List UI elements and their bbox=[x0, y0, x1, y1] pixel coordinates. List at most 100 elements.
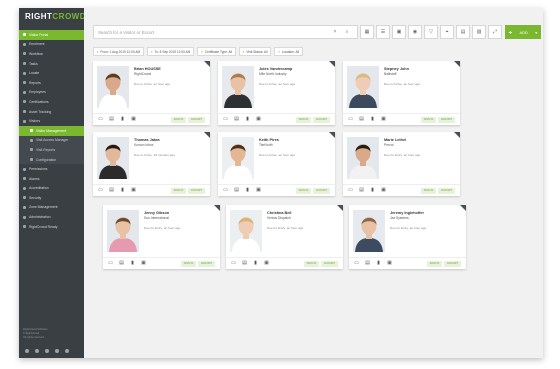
sign-in-button[interactable]: SIGN IN bbox=[420, 116, 437, 123]
logout-icon[interactable] bbox=[65, 349, 69, 353]
badge-icon[interactable]: ▣ bbox=[264, 261, 269, 266]
trash-icon[interactable]: ▮ bbox=[120, 117, 125, 122]
visitor-card[interactable]: Stepney John Ballistoff Due to Arrive, an … bbox=[343, 61, 460, 125]
print-icon[interactable]: ▤ bbox=[234, 117, 239, 122]
sign-in-button[interactable]: SIGN IN bbox=[180, 260, 197, 267]
escort-button[interactable]: ESCORT bbox=[313, 116, 330, 123]
escort-button[interactable]: ESCORT bbox=[188, 187, 205, 194]
sign-in-button[interactable]: SIGN IN bbox=[295, 116, 312, 123]
search-icon[interactable]: ⌕ bbox=[341, 29, 353, 35]
id-card-icon[interactable]: ▭ bbox=[98, 188, 103, 193]
user-button[interactable]: ◉ bbox=[408, 25, 422, 39]
sign-in-button[interactable]: SIGN IN bbox=[295, 187, 312, 194]
filter-button[interactable]: ▽ bbox=[424, 25, 438, 39]
search-box[interactable]: Search for a Visitor or Escort × ⌕ bbox=[93, 25, 358, 39]
print-icon[interactable]: ▤ bbox=[359, 188, 364, 193]
layout-button[interactable]: ▤ bbox=[456, 25, 470, 39]
user-icon[interactable] bbox=[45, 349, 49, 353]
sidebar-item-zone-management[interactable]: Zone Management bbox=[19, 203, 84, 213]
print-icon[interactable]: ▤ bbox=[365, 261, 370, 266]
expand-button[interactable]: ⤢ bbox=[488, 25, 502, 39]
print-icon[interactable]: ▤ bbox=[359, 117, 364, 122]
escort-button[interactable]: ESCORT bbox=[313, 187, 330, 194]
image-button[interactable]: ▨ bbox=[472, 25, 486, 39]
filter-chip[interactable]: ▪ To: 8 Sep 2019 12:00 AM bbox=[147, 47, 195, 56]
id-card-icon[interactable]: ▭ bbox=[348, 188, 353, 193]
sidebar-item-visitors[interactable]: Visitors bbox=[19, 116, 84, 126]
id-card-icon[interactable]: ▭ bbox=[348, 117, 353, 122]
sidebar-item-visit-access-manager[interactable]: Visit Access Manager bbox=[19, 135, 84, 146]
sidebar-item-reports[interactable]: Reports bbox=[19, 78, 84, 88]
print-icon[interactable]: ▤ bbox=[109, 188, 114, 193]
visitor-card[interactable]: Jenny Gibson Sun International Due for Ent… bbox=[103, 205, 220, 269]
badge-icon[interactable]: ▣ bbox=[141, 261, 146, 266]
id-card-icon[interactable]: ▭ bbox=[223, 117, 228, 122]
sidebar-item-visit-reports[interactable]: Visit Reports bbox=[19, 145, 84, 155]
id-card-icon[interactable]: ▭ bbox=[108, 261, 113, 266]
trash-icon[interactable]: ▮ bbox=[253, 261, 258, 266]
sidebar-item-employees[interactable]: Employees bbox=[19, 88, 84, 98]
escort-button[interactable]: ESCORT bbox=[438, 116, 455, 123]
sidebar-item-rightcrowd-ready[interactable]: RightCrowd Ready bbox=[19, 222, 84, 232]
visitor-card[interactable]: Christina Bell Ventos Dispatch Due for Ent… bbox=[226, 205, 343, 269]
sidebar-item-visitor-management[interactable]: Visitor Management bbox=[19, 125, 84, 136]
print-icon[interactable]: ▤ bbox=[234, 188, 239, 193]
settings-icon[interactable] bbox=[25, 349, 29, 353]
visitor-card[interactable]: Jeremy Inglehoffer Jax Systems Due for Ent… bbox=[349, 205, 466, 269]
bell-icon[interactable] bbox=[55, 349, 59, 353]
sign-in-button[interactable]: SIGN IN bbox=[303, 260, 320, 267]
id-card-icon[interactable]: ▭ bbox=[98, 117, 103, 122]
badge-icon[interactable]: ▣ bbox=[256, 188, 261, 193]
print-icon[interactable]: ▤ bbox=[119, 261, 124, 266]
trash-icon[interactable]: ▮ bbox=[245, 188, 250, 193]
id-card-icon[interactable]: ▭ bbox=[223, 188, 228, 193]
print-icon[interactable]: ▤ bbox=[109, 117, 114, 122]
trash-icon[interactable]: ▮ bbox=[376, 261, 381, 266]
clear-icon[interactable]: × bbox=[329, 29, 341, 35]
sidebar-item-tasks[interactable]: Tasks bbox=[19, 59, 84, 69]
filter-chip[interactable]: ▪ Location: All bbox=[274, 47, 304, 56]
visitor-card[interactable]: Marie Lethel Prevot Due for Entry, an hour… bbox=[343, 132, 460, 196]
sidebar-item-alarms[interactable]: Alarms bbox=[19, 174, 84, 184]
visitor-card[interactable]: Thomas Jakra Kumon Inbox Due to Arrive, 18… bbox=[93, 132, 210, 196]
badge-icon[interactable]: ▣ bbox=[381, 117, 386, 122]
escort-button[interactable]: ESCORT bbox=[188, 116, 205, 123]
sidebar-item-certifications[interactable]: Certifications bbox=[19, 97, 84, 107]
escort-button[interactable]: ESCORT bbox=[444, 260, 461, 267]
sign-in-button[interactable]: SIGN IN bbox=[170, 116, 187, 123]
badge-icon[interactable]: ▣ bbox=[256, 117, 261, 122]
sidebar-item-security[interactable]: Security bbox=[19, 193, 84, 203]
sign-in-button[interactable]: SIGN IN bbox=[170, 187, 187, 194]
escort-button[interactable]: ESCORT bbox=[438, 187, 455, 194]
sign-in-button[interactable]: SIGN IN bbox=[420, 187, 437, 194]
filter-chip[interactable]: ▪ Visit Status: All bbox=[239, 47, 272, 56]
sidebar-item-administration[interactable]: Administration bbox=[19, 212, 84, 222]
visitor-card[interactable]: Keith Pires TierNorth Due to Arrive, an ho… bbox=[218, 132, 335, 196]
grid-button[interactable]: ▦ bbox=[360, 25, 374, 39]
pin-button[interactable]: ⌖ bbox=[440, 25, 454, 39]
sidebar-item-accreditation[interactable]: Accreditation bbox=[19, 184, 84, 194]
calendar-button[interactable]: ▣ bbox=[392, 25, 406, 39]
help-icon[interactable] bbox=[35, 349, 39, 353]
badge-icon[interactable]: ▣ bbox=[131, 188, 136, 193]
add-visitor-button[interactable]: ✚ ADD ▾ bbox=[505, 25, 541, 39]
trash-icon[interactable]: ▮ bbox=[120, 188, 125, 193]
trash-icon[interactable]: ▮ bbox=[245, 117, 250, 122]
badge-icon[interactable]: ▣ bbox=[381, 188, 386, 193]
sidebar-item-visitor-portal[interactable]: Visitor Portal bbox=[19, 30, 84, 40]
trash-icon[interactable]: ▮ bbox=[130, 261, 135, 266]
sign-in-button[interactable]: SIGN IN bbox=[426, 260, 443, 267]
list-button[interactable]: ☰ bbox=[376, 25, 390, 39]
visitor-card[interactable]: Brian HOUSSE RightCrowd Due to Arrive, an … bbox=[93, 61, 210, 125]
visitor-card[interactable]: Jules Vandercamp Mile North Industry Due t… bbox=[218, 61, 335, 125]
badge-icon[interactable]: ▣ bbox=[387, 261, 392, 266]
trash-icon[interactable]: ▮ bbox=[370, 188, 375, 193]
badge-icon[interactable]: ▣ bbox=[131, 117, 136, 122]
search-input[interactable]: Search for a Visitor or Escort bbox=[98, 30, 329, 35]
filter-chip[interactable]: ▪ Certificate Type: All bbox=[197, 47, 236, 56]
id-card-icon[interactable]: ▭ bbox=[354, 261, 359, 266]
filter-chip[interactable]: ▪ From: 1 Aug 2019 12:00 AM bbox=[93, 47, 145, 56]
sidebar-item-workflow[interactable]: Workflow bbox=[19, 49, 84, 59]
sidebar-item-asset-tracking[interactable]: Asset Tracking bbox=[19, 107, 84, 117]
trash-icon[interactable]: ▮ bbox=[370, 117, 375, 122]
